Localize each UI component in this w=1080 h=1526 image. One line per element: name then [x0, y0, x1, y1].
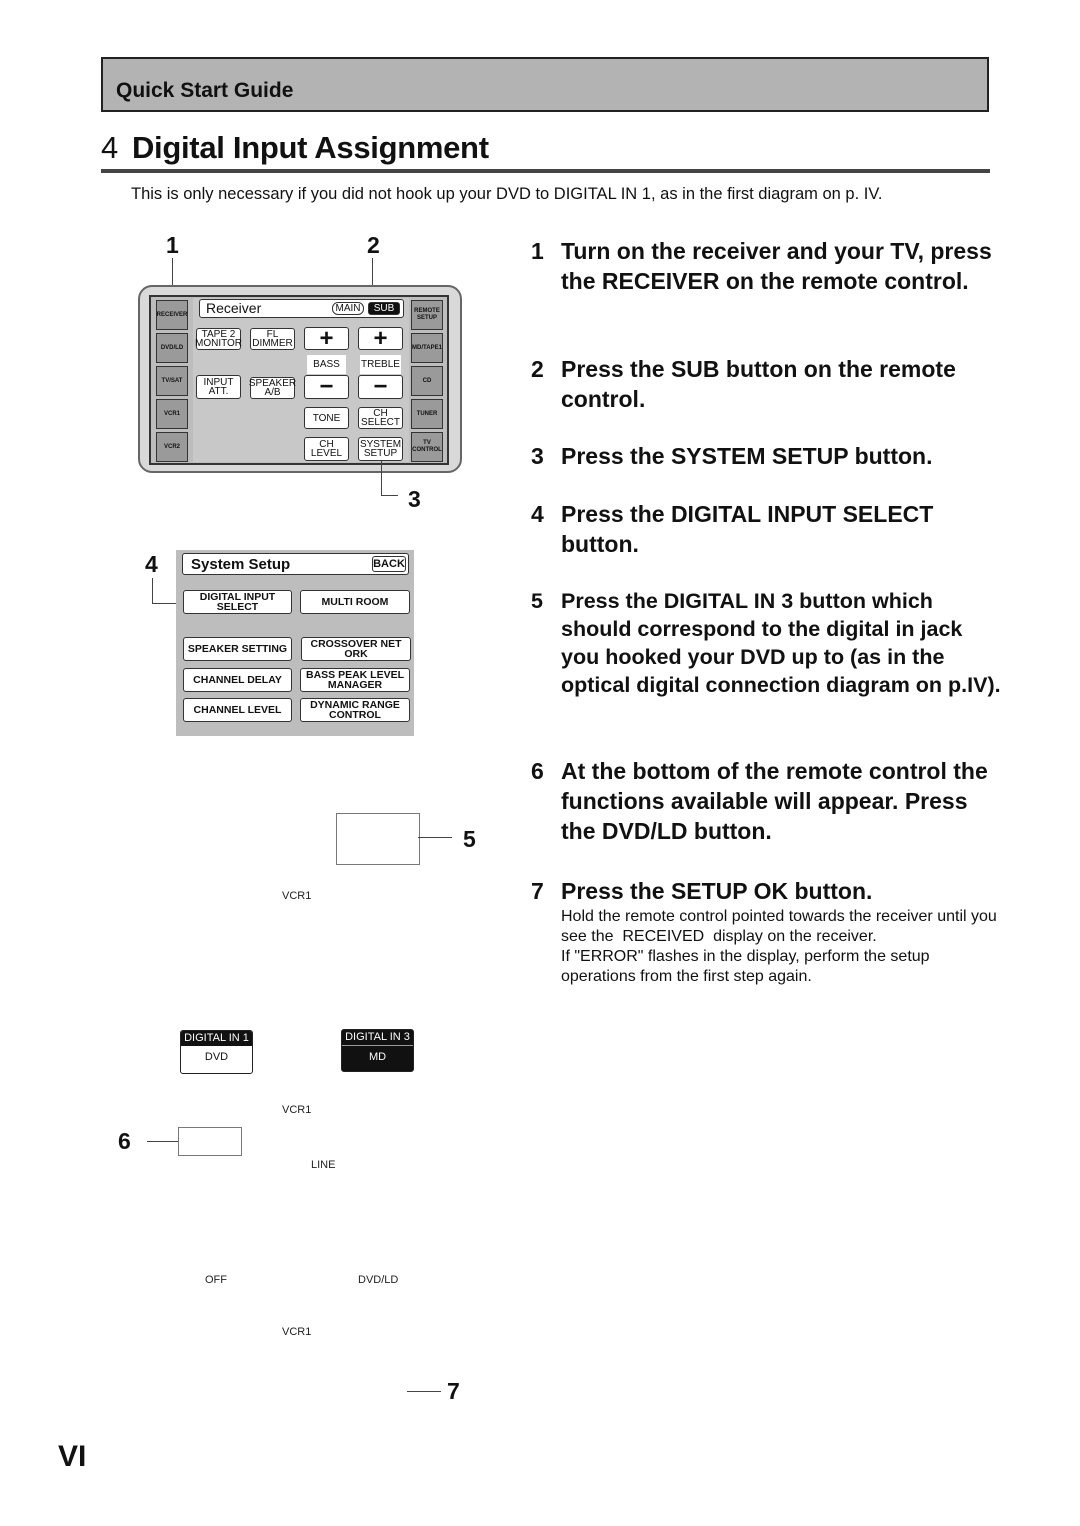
step-7-detail-2: If "ERROR" flashes in the display, perfo… [561, 948, 930, 985]
step-number: 1 [531, 238, 544, 264]
digital-in-3-value: MD [368, 1051, 387, 1063]
callout-3: 3 [408, 486, 421, 512]
step-number: 7 [531, 878, 544, 904]
step-6: 6 At the bottom of the remote control the… [531, 756, 1001, 846]
step-number: 4 [531, 501, 544, 527]
sub-button[interactable]: SUB [368, 302, 400, 315]
system-setup-title-text: System Setup [191, 555, 291, 573]
main-button[interactable]: MAIN [332, 302, 364, 315]
label-line: LINE [311, 1159, 336, 1171]
title-number: 4 [101, 130, 118, 165]
bass-minus-button[interactable]: − [304, 375, 349, 399]
step-4: 4 Press the DIGITAL INPUT SELECT button. [531, 499, 1001, 559]
treble-minus-button[interactable]: − [358, 375, 403, 399]
step-number: 3 [531, 443, 544, 469]
tape2-monitor-button[interactable]: TAPE 2 MONITOR [195, 328, 242, 350]
receiver-title: Receiver [206, 300, 262, 316]
crossover-network-button[interactable]: CROSSOVER NET ORK [301, 637, 411, 661]
step-number: 2 [531, 356, 544, 382]
remote-source-button-3[interactable]: VCR1 [156, 399, 188, 429]
step-3: 3 Press the SYSTEM SETUP button. [531, 441, 1001, 471]
label-dvdld: DVD/LD [358, 1274, 399, 1286]
bass-label: BASS [307, 355, 346, 374]
remote-function-button-0[interactable]: REMOTE SETUP [411, 300, 443, 330]
callout-7-line [407, 1391, 441, 1392]
input-att-button[interactable]: INPUT ATT. [196, 375, 241, 399]
callout-2: 2 [367, 232, 380, 258]
title-rule [101, 169, 990, 173]
remote-source-button-1[interactable]: DVD/LD [156, 333, 188, 363]
step-text: At the bottom of the remote control the … [561, 758, 988, 844]
step6-box [178, 1127, 242, 1156]
step-text: Press the SYSTEM SETUP button. [561, 443, 933, 469]
step-7: 7 Press the SETUP OK button. [531, 876, 1001, 906]
step-7-details: Hold the remote control pointed towards … [561, 907, 1001, 987]
callout-3-line-h [381, 495, 398, 496]
callout-5-line [418, 837, 452, 838]
treble-label: TREBLE [360, 355, 401, 374]
title-text: Digital Input Assignment [131, 130, 489, 165]
system-setup-button[interactable]: SYSTEM SETUP [358, 437, 403, 461]
step-7-detail-1: Hold the remote control pointed towards … [561, 908, 1002, 945]
remote-function-button-3[interactable]: TUNER [411, 399, 443, 429]
back-button[interactable]: BACK [372, 556, 406, 572]
step-text: Turn on the receiver and your TV, press … [561, 238, 992, 294]
digital-in-1-button[interactable]: DIGITAL IN 1 DVD [180, 1030, 253, 1074]
section-header-band: Quick Start Guide [101, 57, 989, 112]
multi-room-button[interactable]: MULTI ROOM [300, 590, 410, 614]
step-text: Press the DIGITAL IN 3 button which shou… [561, 589, 1001, 697]
intro-text: This is only necessary if you did not ho… [131, 185, 883, 203]
remote-source-button-4[interactable]: VCR2 [156, 432, 188, 462]
remote-function-button-1[interactable]: MD/TAPE1 [411, 333, 443, 363]
treble-plus-button[interactable]: + [358, 326, 403, 350]
page-number: VI [58, 1440, 87, 1473]
section-title: Quick Start Guide [116, 79, 294, 102]
remote-source-button-2[interactable]: TV/SAT [156, 366, 188, 396]
label-vcr1-b: VCR1 [282, 1104, 312, 1116]
channel-level-button[interactable]: CHANNEL LEVEL [183, 698, 292, 722]
callout-3-line-v [381, 461, 382, 495]
remote-function-button-2[interactable]: CD [411, 366, 443, 396]
dynamic-range-control-button[interactable]: DYNAMIC RANGE CONTROL [300, 698, 410, 722]
callout-6: 6 [118, 1128, 131, 1154]
label-vcr1-c: VCR1 [282, 1326, 312, 1338]
callout-7: 7 [447, 1378, 460, 1404]
label-off: OFF [205, 1274, 227, 1286]
fl-dimmer-button[interactable]: FL DIMMER [250, 328, 295, 350]
speaker-ab-button[interactable]: SPEAKER A/B [249, 377, 296, 399]
step-5: 5 Press the DIGITAL IN 3 button which sho… [531, 587, 1001, 699]
digital-in-1-value: DVD [204, 1051, 229, 1063]
callout-4-line-v [152, 578, 153, 603]
step-1: 1 Turn on the receiver and your TV, press… [531, 236, 1001, 296]
remote-function-button-4[interactable]: TV CONTROL [411, 432, 443, 462]
digital-in-3-button[interactable]: DIGITAL IN 3 MD [341, 1029, 414, 1072]
ch-select-button[interactable]: CH SELECT [358, 407, 403, 429]
speaker-setting-button[interactable]: SPEAKER SETTING [183, 637, 292, 661]
bass-plus-button[interactable]: + [304, 326, 349, 350]
step-2: 2 Press the SUB button on the remote cont… [531, 354, 1001, 414]
step-text: Press the SETUP OK button. [561, 878, 873, 904]
page-title: 4 Digital Input Assignment [101, 130, 489, 166]
remote-source-button-0[interactable]: RECEIVER [156, 300, 188, 330]
ch-level-button[interactable]: CH LEVEL [304, 437, 349, 461]
callout-4: 4 [145, 551, 158, 577]
tone-button[interactable]: TONE [304, 407, 349, 429]
step5-box [336, 813, 420, 865]
callout-6-line [147, 1141, 178, 1142]
step-number: 6 [531, 758, 544, 784]
digital-in-3-label: DIGITAL IN 3 [342, 1030, 413, 1046]
channel-delay-button[interactable]: CHANNEL DELAY [183, 668, 292, 692]
label-vcr1-a: VCR1 [282, 890, 312, 902]
callout-5: 5 [463, 826, 476, 852]
step-text: Press the DIGITAL INPUT SELECT button. [561, 501, 934, 557]
callout-1: 1 [166, 232, 179, 258]
digital-input-select-button[interactable]: DIGITAL INPUT SELECT [183, 590, 292, 614]
step-text: Press the SUB button on the remote contr… [561, 356, 956, 412]
digital-in-1-label: DIGITAL IN 1 [181, 1031, 252, 1046]
step-number: 5 [531, 589, 543, 613]
bass-peak-level-manager-button[interactable]: BASS PEAK LEVEL MANAGER [300, 668, 410, 692]
